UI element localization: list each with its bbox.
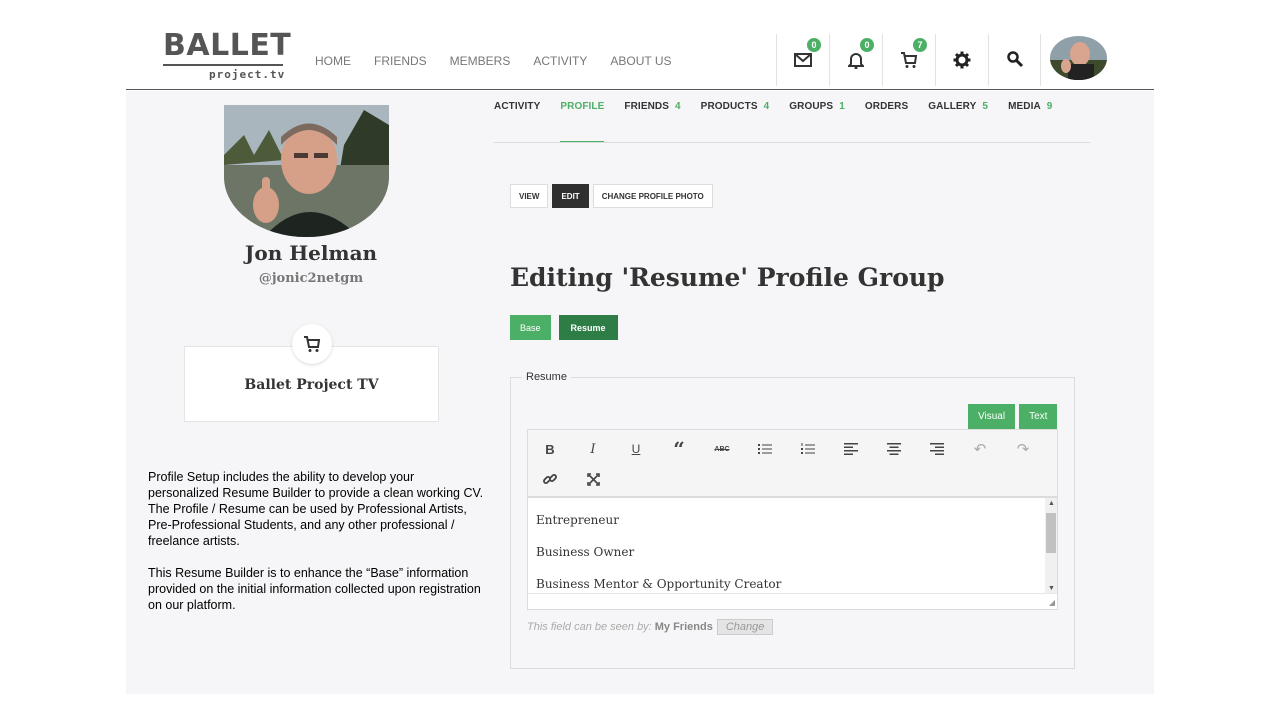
edit-button[interactable]: EDIT — [552, 184, 589, 208]
visibility-label: This field can be seen by: — [527, 621, 652, 633]
tab-label: PROFILE — [560, 101, 605, 112]
tab-count: 9 — [1046, 101, 1053, 112]
italic-icon[interactable]: I — [581, 437, 605, 461]
view-button[interactable]: VIEW — [510, 184, 549, 208]
tab-profile[interactable]: PROFILE — [560, 101, 605, 143]
messages-badge: 0 — [807, 38, 821, 52]
notifications-button[interactable]: 0 — [829, 34, 882, 86]
tab-count: 4 — [675, 101, 681, 112]
tabs-divider — [494, 142, 1090, 143]
editor-scrollbar[interactable]: ▲ ▼ — [1045, 498, 1057, 594]
tab-label: PRODUCTS — [700, 101, 758, 112]
field-visibility: This field can be seen by: My Friends Ch… — [527, 619, 774, 635]
tab-label: GALLERY — [928, 101, 977, 112]
resize-handle-icon[interactable]: ◢ — [1049, 598, 1055, 607]
tab-count: 5 — [982, 101, 989, 112]
caption-paragraph: Profile Setup includes the ability to de… — [148, 470, 484, 548]
visibility-value: My Friends — [654, 621, 713, 633]
blockquote-icon[interactable]: “ — [667, 437, 691, 461]
profile-name: Jon Helman — [244, 241, 378, 265]
main-nav: HOME FRIENDS MEMBERS ACTIVITY ABOUT US — [315, 54, 695, 68]
mail-icon — [794, 53, 812, 67]
scroll-down-icon[interactable]: ▼ — [1048, 585, 1055, 592]
align-center-icon[interactable] — [882, 437, 906, 461]
nav-friends[interactable]: FRIENDS — [374, 54, 427, 68]
undo-icon[interactable]: ↶ — [968, 437, 992, 461]
bold-icon[interactable]: B — [538, 437, 562, 461]
cart-button[interactable]: 7 — [882, 34, 935, 86]
editor-line: Entrepreneur — [536, 513, 619, 527]
change-visibility-button[interactable]: Change — [716, 619, 774, 635]
scroll-up-icon[interactable]: ▲ — [1048, 500, 1055, 507]
text-mode-button[interactable]: Text — [1019, 404, 1058, 429]
fieldset-legend: Resume — [522, 371, 571, 383]
brand-sub: project.tv — [209, 68, 286, 81]
change-profile-photo-button[interactable]: CHANGE PROFILE PHOTO — [592, 184, 713, 208]
brand-name: BALLET — [163, 28, 292, 63]
header-icon-bar: 0 0 7 — [776, 34, 1041, 86]
editor-line: Business Owner — [536, 545, 635, 559]
editor-toolbar: B I U “ ABC ↶ ↷ — [527, 429, 1058, 497]
caption-paragraph: This Resume Builder is to enhance the “B… — [148, 566, 481, 612]
tab-label: FRIENDS — [624, 101, 669, 112]
numbered-list-icon[interactable] — [796, 437, 820, 461]
tab-label: GROUPS — [789, 101, 834, 112]
nav-about-us[interactable]: ABOUT US — [610, 54, 671, 68]
gear-icon — [953, 51, 971, 69]
tab-activity[interactable]: ACTIVITY — [494, 101, 540, 143]
tab-friends[interactable]: FRIENDS 4 — [624, 101, 680, 143]
tab-label: ORDERS — [864, 101, 909, 112]
align-right-icon[interactable] — [925, 437, 949, 461]
tab-gallery[interactable]: GALLERY 5 — [928, 101, 988, 143]
shop-icon-badge — [292, 324, 332, 364]
profile-group-buttons: Base Resume — [510, 315, 618, 340]
settings-button[interactable] — [935, 34, 988, 86]
base-group-button[interactable]: Base — [510, 315, 551, 340]
tab-count: 4 — [763, 101, 770, 112]
tab-products[interactable]: PRODUCTS 4 — [701, 101, 770, 143]
tab-label: MEDIA — [1008, 101, 1041, 112]
editor-statusbar — [528, 593, 1057, 609]
profile-subnav: VIEW EDIT CHANGE PROFILE PHOTO — [510, 184, 713, 208]
profile-handle: @jonic2netgm — [258, 271, 364, 286]
fullscreen-icon[interactable] — [581, 467, 605, 491]
bell-icon — [848, 53, 864, 69]
slide-caption: Profile Setup includes the ability to de… — [148, 469, 488, 629]
nav-activity[interactable]: ACTIVITY — [533, 54, 587, 68]
tab-media[interactable]: MEDIA 9 — [1008, 101, 1052, 143]
strikethrough-icon[interactable]: ABC — [710, 437, 734, 461]
page-title: Editing 'Resume' Profile Group — [510, 263, 945, 292]
tab-groups[interactable]: GROUPS 1 — [789, 101, 845, 143]
resume-group-button[interactable]: Resume — [558, 315, 618, 340]
resume-editor[interactable]: Entrepreneur Business Owner Business Men… — [527, 497, 1058, 610]
align-left-icon[interactable] — [839, 437, 863, 461]
underline-icon[interactable]: U — [624, 437, 648, 461]
cart-icon — [304, 336, 321, 352]
user-avatar[interactable] — [1050, 36, 1107, 80]
shop-name[interactable]: Ballet Project TV — [184, 377, 439, 393]
messages-button[interactable]: 0 — [776, 34, 829, 86]
logo-divider — [163, 64, 283, 66]
redo-icon[interactable]: ↷ — [1011, 437, 1035, 461]
brand-logo[interactable]: BALLET project.tv — [163, 28, 292, 84]
notifications-badge: 0 — [860, 38, 874, 52]
nav-members[interactable]: MEMBERS — [450, 54, 511, 68]
visual-mode-button[interactable]: Visual — [968, 404, 1016, 429]
editor-line: Business Mentor & Opportunity Creator — [536, 577, 782, 591]
tab-orders[interactable]: ORDERS — [865, 101, 908, 143]
profile-tabs: ACTIVITY PROFILE FRIENDS 4 PRODUCTS 4 GROU… — [494, 101, 1072, 143]
profile-photo[interactable] — [224, 105, 389, 237]
editor-mode-toggle: Visual Text — [968, 404, 1058, 429]
search-button[interactable] — [988, 34, 1041, 86]
cart-icon — [901, 52, 918, 68]
tab-label: ACTIVITY — [494, 101, 541, 112]
site-header: BALLET project.tv HOME FRIENDS MEMBERS A… — [126, 0, 1154, 90]
link-icon[interactable] — [538, 467, 562, 491]
scroll-thumb[interactable] — [1046, 513, 1056, 553]
bullet-list-icon[interactable] — [753, 437, 777, 461]
nav-home[interactable]: HOME — [315, 54, 351, 68]
search-icon — [1006, 51, 1023, 68]
cart-badge: 7 — [913, 38, 927, 52]
tab-count: 1 — [839, 101, 845, 112]
